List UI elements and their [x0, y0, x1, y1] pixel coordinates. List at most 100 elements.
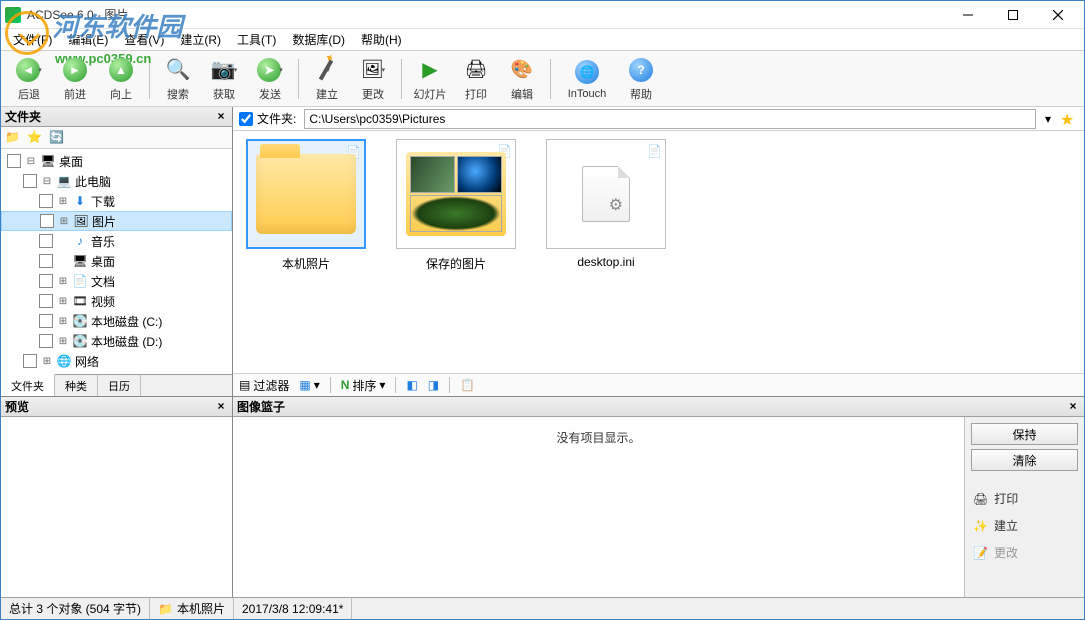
- intouch-button[interactable]: 🌐InTouch: [557, 54, 617, 104]
- tree-checkbox[interactable]: [40, 214, 54, 228]
- favorites-icon[interactable]: ⭐: [27, 130, 43, 146]
- keep-button[interactable]: 保持: [971, 423, 1078, 445]
- basket-empty-text: 没有项目显示。: [233, 417, 964, 597]
- menu-tools[interactable]: 工具(T): [229, 29, 284, 50]
- folder-tree[interactable]: ⊟ 🖥 桌面 ⊟ 💻 此电脑 ⊞ ⬇ 下载 ⊞ 🖼 图片: [1, 149, 232, 374]
- expander-icon[interactable]: ⊟: [25, 156, 37, 167]
- sort-button[interactable]: N排序▾: [341, 377, 386, 394]
- tree-row-pictures[interactable]: ⊞ 🖼 图片: [1, 211, 232, 231]
- menu-view[interactable]: 查看(V): [116, 29, 172, 50]
- tree-checkbox[interactable]: [39, 294, 53, 308]
- expander-icon[interactable]: ⊞: [57, 196, 69, 207]
- view-mode-button[interactable]: ▦▾: [299, 378, 319, 392]
- basket-modify-link[interactable]: 📝更改: [971, 541, 1078, 564]
- tab-folders[interactable]: 文件夹: [1, 374, 55, 396]
- thumb-item-folder1[interactable]: 📄 本机照片: [241, 139, 371, 272]
- maximize-button[interactable]: [990, 1, 1035, 29]
- expander-icon[interactable]: ⊞: [57, 276, 69, 287]
- tree-checkbox[interactable]: [39, 274, 53, 288]
- tree-row-desktop2[interactable]: 🖥 桌面: [1, 251, 232, 271]
- print-button[interactable]: 🖨打印: [454, 54, 498, 104]
- wand-icon: ✨: [973, 519, 988, 533]
- tree-checkbox[interactable]: [39, 334, 53, 348]
- minimize-button[interactable]: [945, 1, 990, 29]
- basket-create-link[interactable]: ✨建立: [971, 514, 1078, 537]
- tree-row-network[interactable]: ⊞ 🌐 网络: [1, 351, 232, 371]
- edit-button[interactable]: 🎨编辑: [500, 54, 544, 104]
- new-folder-icon[interactable]: 📁: [5, 130, 21, 146]
- tree-row-desktop[interactable]: ⊟ 🖥 桌面: [1, 151, 232, 171]
- up-button[interactable]: ▲向上: [99, 54, 143, 104]
- tree-checkbox[interactable]: [39, 194, 53, 208]
- thumb-item-folder2[interactable]: 📄 保存的图片: [391, 139, 521, 272]
- address-bar: 文件夹: ▾ ★: [233, 107, 1084, 131]
- modify-button[interactable]: 🖼▾更改: [351, 54, 395, 104]
- tree-checkbox[interactable]: [23, 174, 37, 188]
- status-time: 2017/3/8 12:09:41*: [234, 598, 352, 619]
- expander-icon[interactable]: ⊞: [58, 216, 70, 227]
- menu-database[interactable]: 数据库(D): [284, 29, 353, 50]
- tree-row-music[interactable]: ♪ 音乐: [1, 231, 232, 251]
- tree-row-diskc[interactable]: ⊞ 💽 本地磁盘 (C:): [1, 311, 232, 331]
- tree-row-downloads[interactable]: ⊞ ⬇ 下载: [1, 191, 232, 211]
- tab-calendar[interactable]: 日历: [98, 375, 141, 396]
- create-button[interactable]: ▾建立: [305, 54, 349, 104]
- expander-icon[interactable]: ⊞: [57, 336, 69, 347]
- tree-checkbox[interactable]: [23, 354, 37, 368]
- select-icon: ◧: [406, 378, 417, 392]
- close-button[interactable]: [1035, 1, 1080, 29]
- search-button[interactable]: 🔍搜索: [156, 54, 200, 104]
- thumb-item-file[interactable]: 📄 desktop.ini: [541, 139, 671, 269]
- folder-icon: [256, 154, 356, 234]
- expander-icon[interactable]: ⊟: [41, 176, 53, 187]
- network-icon: 🌐: [56, 353, 72, 369]
- basket-panel: 图像篮子 × 没有项目显示。 保持 清除 🖨打印 ✨建立 📝更改: [233, 397, 1084, 597]
- filter-button[interactable]: ▤过滤器: [239, 377, 289, 394]
- select-all-button[interactable]: ◨: [428, 378, 439, 392]
- tree-row-thispc[interactable]: ⊟ 💻 此电脑: [1, 171, 232, 191]
- window-title: ACDSee 6.0 - 图片: [27, 6, 945, 23]
- menu-create[interactable]: 建立(R): [172, 29, 229, 50]
- tree-row-videos[interactable]: ⊞ 🎞 视频: [1, 291, 232, 311]
- thumbnail-grid[interactable]: 📄 本机照片 📄 保存的图片 📄 deskto: [233, 131, 1084, 373]
- forward-button[interactable]: ►前进: [53, 54, 97, 104]
- back-button[interactable]: ◄▾后退: [7, 54, 51, 104]
- refresh-icon[interactable]: 🔄: [49, 130, 65, 146]
- menu-help[interactable]: 帮助(H): [353, 29, 410, 50]
- status-count: 总计 3 个对象 (504 字节): [1, 598, 150, 619]
- address-checkbox[interactable]: [239, 112, 253, 126]
- get-button[interactable]: 📷▾获取: [202, 54, 246, 104]
- print-icon: 🖨: [973, 492, 988, 506]
- desktop-icon: 🖥: [72, 253, 88, 269]
- favorite-star-icon[interactable]: ★: [1060, 110, 1078, 128]
- tree-checkbox[interactable]: [39, 254, 53, 268]
- tab-category[interactable]: 种类: [55, 375, 98, 396]
- address-input[interactable]: [304, 109, 1036, 129]
- menu-file[interactable]: 文件(F): [5, 29, 60, 50]
- send-button[interactable]: ➤▾发送: [248, 54, 292, 104]
- tree-checkbox[interactable]: [39, 234, 53, 248]
- preview-panel: 预览 ×: [1, 396, 232, 597]
- tree-checkbox[interactable]: [7, 154, 21, 168]
- preview-close[interactable]: ×: [214, 400, 228, 414]
- expander-icon[interactable]: ⊞: [57, 316, 69, 327]
- address-dropdown[interactable]: ▾: [1040, 112, 1056, 126]
- tree-row-diskd[interactable]: ⊞ 💽 本地磁盘 (D:): [1, 331, 232, 351]
- clear-button[interactable]: 清除: [971, 449, 1078, 471]
- select-button[interactable]: ◧: [406, 378, 417, 392]
- folder-preview-icon: [406, 152, 506, 236]
- basket-close[interactable]: ×: [1066, 400, 1080, 414]
- statusbar: 总计 3 个对象 (504 字节) 📁本机照片 2017/3/8 12:09:4…: [1, 597, 1084, 619]
- tree-row-documents[interactable]: ⊞ 📄 文档: [1, 271, 232, 291]
- help-button[interactable]: ?帮助: [619, 54, 663, 104]
- copy-button[interactable]: 📋: [460, 378, 475, 392]
- expander-icon[interactable]: ⊞: [41, 356, 53, 367]
- menu-edit[interactable]: 编辑(E): [60, 29, 116, 50]
- toolbar-separator: [149, 59, 150, 99]
- basket-print-link[interactable]: 🖨打印: [971, 487, 1078, 510]
- folders-panel-close[interactable]: ×: [214, 110, 228, 124]
- tree-checkbox[interactable]: [39, 314, 53, 328]
- slideshow-button[interactable]: ▶幻灯片: [408, 54, 452, 104]
- select-all-icon: ◨: [428, 378, 439, 392]
- expander-icon[interactable]: ⊞: [57, 296, 69, 307]
